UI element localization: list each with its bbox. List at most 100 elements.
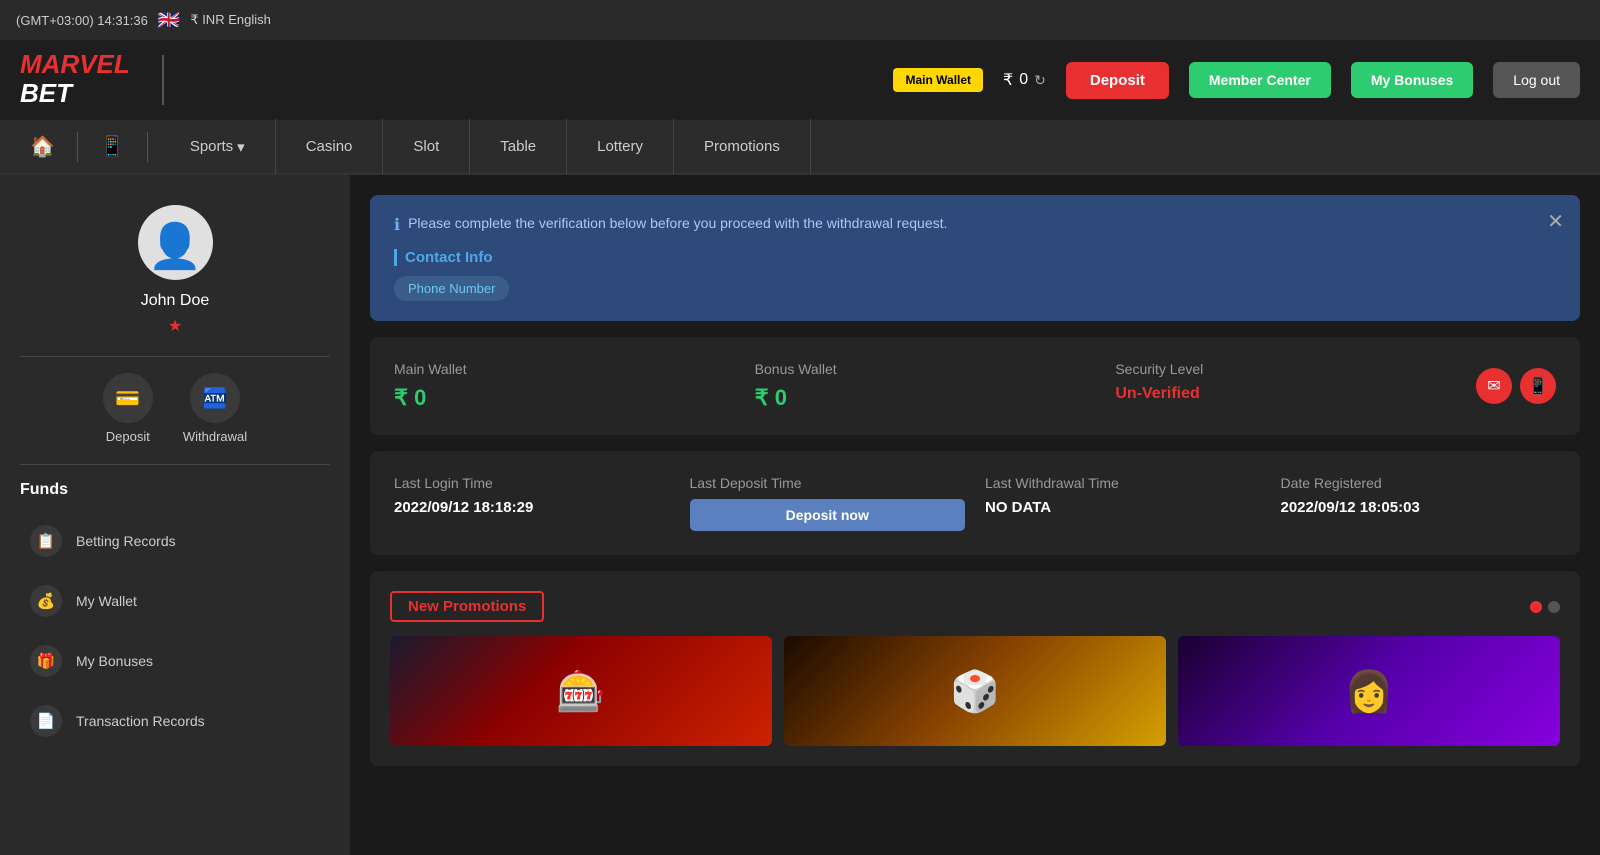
info-icon: ℹ [394, 215, 400, 235]
wallet-info-grid: Main Wallet ₹ 0 Bonus Wallet ₹ 0 Securit… [370, 337, 1580, 435]
nav-bar: 🏠 📱 Sports ▾ Casino Slot Table Lottery P… [0, 120, 1600, 175]
timezone-text: (GMT+03:00) 14:31:36 [16, 13, 148, 28]
deposit-action-button[interactable]: 💳 Deposit [103, 373, 153, 444]
deposit-action-icon: 💳 [103, 373, 153, 423]
nav-promotions[interactable]: Promotions [674, 119, 811, 174]
promotions-label: New Promotions [390, 591, 544, 622]
promo-dot-2[interactable] [1548, 601, 1560, 613]
withdrawal-action-button[interactable]: 🏧 Withdrawal [183, 373, 247, 444]
date-registered-value: 2022/09/12 18:05:03 [1281, 499, 1557, 516]
bonus-wallet-value: ₹ 0 [755, 385, 1096, 411]
last-login-value: 2022/09/12 18:18:29 [394, 499, 670, 516]
sidebar-divider [20, 356, 330, 357]
security-level-info: Security Level Un-Verified [1115, 361, 1456, 411]
last-withdrawal-label: Last Withdrawal Time [985, 475, 1261, 491]
deposit-action-label: Deposit [106, 429, 150, 444]
phone-security-icon[interactable]: 📱 [1520, 368, 1556, 404]
promo-card-1-image: 🎰 [390, 636, 772, 746]
my-bonuses-header-button[interactable]: My Bonuses [1351, 62, 1473, 98]
sidebar-item-transaction-records[interactable]: 📄 Transaction Records [20, 691, 330, 751]
security-icons: ✉ 📱 [1476, 361, 1556, 411]
username-label: John Doe [141, 292, 210, 310]
security-level-value: Un-Verified [1115, 385, 1456, 403]
home-icon[interactable]: 🏠 [20, 134, 65, 159]
promo-dot-1[interactable] [1530, 601, 1542, 613]
transaction-records-icon: 📄 [30, 705, 62, 737]
nav-casino[interactable]: Casino [276, 119, 384, 174]
main-wallet-badge[interactable]: Main Wallet [893, 68, 983, 92]
sports-label: Sports [190, 138, 233, 155]
main-wallet-value: ₹ 0 [394, 385, 735, 411]
member-center-button[interactable]: Member Center [1189, 62, 1331, 98]
main-content: 👤 John Doe ★ 💳 Deposit 🏧 Withdrawal Fund… [0, 175, 1600, 855]
last-deposit-label: Last Deposit Time [690, 475, 966, 491]
main-wallet-info: Main Wallet ₹ 0 [394, 361, 735, 411]
verification-banner: ℹ Please complete the verification below… [370, 195, 1580, 321]
sidebar: 👤 John Doe ★ 💳 Deposit 🏧 Withdrawal Fund… [0, 175, 350, 855]
security-level-label: Security Level [1115, 361, 1456, 377]
my-bonuses-icon: 🎁 [30, 645, 62, 677]
right-panel: ℹ Please complete the verification below… [350, 175, 1600, 855]
last-deposit-info: Last Deposit Time Deposit now [690, 475, 966, 531]
email-security-icon[interactable]: ✉ [1476, 368, 1512, 404]
bonus-wallet-label: Bonus Wallet [755, 361, 1096, 377]
logout-button[interactable]: Log out [1493, 62, 1580, 98]
betting-records-label: Betting Records [76, 533, 176, 549]
nav-slot[interactable]: Slot [383, 119, 470, 174]
last-withdrawal-info: Last Withdrawal Time NO DATA [985, 475, 1261, 531]
deposit-button[interactable]: Deposit [1066, 62, 1169, 99]
deposit-now-button[interactable]: Deposit now [690, 499, 966, 531]
sidebar-divider-2 [20, 464, 330, 465]
main-wallet-label: Main Wallet [394, 361, 735, 377]
sidebar-item-my-wallet[interactable]: 💰 My Wallet [20, 571, 330, 631]
last-withdrawal-value: NO DATA [985, 499, 1261, 516]
currency-language-text: ₹ INR English [190, 12, 271, 28]
balance-symbol: ₹ [1003, 70, 1013, 90]
close-banner-button[interactable]: ✕ [1547, 209, 1564, 234]
bonus-wallet-info: Bonus Wallet ₹ 0 [755, 361, 1096, 411]
sports-chevron: ▾ [237, 138, 245, 156]
funds-heading: Funds [20, 481, 330, 499]
transaction-records-label: Transaction Records [76, 713, 205, 729]
promo-dots [1530, 601, 1560, 613]
flag-icon: 🇬🇧 [158, 10, 180, 31]
date-registered-label: Date Registered [1281, 475, 1557, 491]
mobile-icon[interactable]: 📱 [90, 134, 135, 159]
avatar-person-icon: 👤 [148, 225, 203, 269]
login-info-grid: Last Login Time 2022/09/12 18:18:29 Last… [370, 451, 1580, 555]
balance-display: ₹ 0 ↻ [1003, 70, 1046, 90]
nav-lottery[interactable]: Lottery [567, 119, 674, 174]
contact-info-label: Contact Info [394, 249, 1556, 266]
promo-card-2-image: 🎲 [784, 636, 1166, 746]
refresh-icon[interactable]: ↻ [1034, 72, 1046, 89]
last-login-label: Last Login Time [394, 475, 670, 491]
promo-card-1[interactable]: 🎰 [390, 636, 772, 746]
verification-message: ℹ Please complete the verification below… [394, 215, 1556, 235]
promotions-section: New Promotions 🎰 🎲 👩 [370, 571, 1580, 766]
nav-divider-1 [77, 132, 78, 162]
avatar-section: 👤 John Doe ★ [20, 205, 330, 336]
last-login-info: Last Login Time 2022/09/12 18:18:29 [394, 475, 670, 531]
action-buttons: 💳 Deposit 🏧 Withdrawal [20, 373, 330, 444]
logo-marvel: MARVEL [20, 49, 130, 79]
betting-records-icon: 📋 [30, 525, 62, 557]
nav-table[interactable]: Table [470, 119, 567, 174]
sidebar-item-my-bonuses[interactable]: 🎁 My Bonuses [20, 631, 330, 691]
promo-card-2[interactable]: 🎲 [784, 636, 1166, 746]
withdrawal-action-icon: 🏧 [190, 373, 240, 423]
balance-value: 0 [1019, 71, 1028, 89]
avatar: 👤 [138, 205, 213, 280]
date-registered-info: Date Registered 2022/09/12 18:05:03 [1281, 475, 1557, 531]
sidebar-item-betting-records[interactable]: 📋 Betting Records [20, 511, 330, 571]
nav-divider-2 [147, 132, 148, 162]
nav-sports[interactable]: Sports ▾ [160, 119, 276, 174]
top-bar: (GMT+03:00) 14:31:36 🇬🇧 ₹ INR English [0, 0, 1600, 40]
phone-number-badge[interactable]: Phone Number [394, 276, 509, 301]
logo[interactable]: MARVEL BET [20, 51, 130, 109]
my-bonuses-label: My Bonuses [76, 653, 153, 669]
my-wallet-icon: 💰 [30, 585, 62, 617]
promotions-header: New Promotions [390, 591, 1560, 622]
header: MARVEL BET Main Wallet ₹ 0 ↻ Deposit Mem… [0, 40, 1600, 120]
promo-card-3[interactable]: 👩 [1178, 636, 1560, 746]
logo-bet: BET [20, 78, 72, 108]
